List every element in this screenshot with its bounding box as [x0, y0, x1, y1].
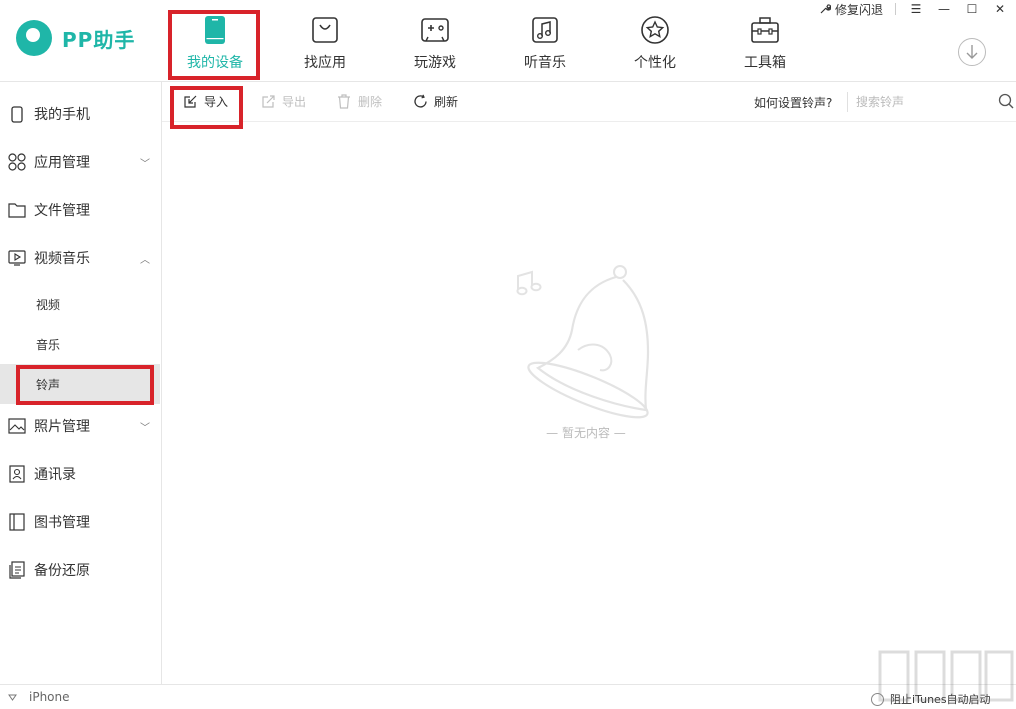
sidebar-subitem-label: 铃声: [36, 377, 61, 392]
window-controls: 修复闪退 ☰ — ☐ ✕: [819, 0, 1008, 18]
divider: [847, 92, 848, 112]
folder-icon: [8, 201, 26, 219]
phone-outline-icon: [8, 105, 26, 123]
nav-label: 找应用: [304, 55, 346, 71]
header: PP助手 我的设备 找应用 玩游戏 听音乐 个性化 工具箱 修复闪退 ☰ — ☐…: [0, 0, 1016, 82]
nav-games[interactable]: 玩游戏: [380, 0, 490, 82]
trash-icon: [336, 94, 352, 110]
nav-label: 我的设备: [187, 55, 243, 71]
star-icon: [639, 14, 671, 46]
music-note-icon: [529, 14, 561, 46]
contacts-icon: [8, 465, 26, 483]
sidebar-subitem-video[interactable]: 视频: [0, 284, 160, 324]
watermark-logo-icon: [878, 650, 1014, 702]
nav-toolbox[interactable]: 工具箱: [710, 0, 820, 82]
export-button[interactable]: 导出: [260, 93, 306, 110]
delete-button[interactable]: 删除: [336, 93, 382, 110]
sidebar-item-label: 文件管理: [34, 203, 90, 219]
toolbox-icon: [749, 14, 781, 46]
sidebar-item-label: 通讯录: [34, 467, 76, 483]
nav-personalize[interactable]: 个性化: [600, 0, 710, 82]
app-logo[interactable]: PP助手: [16, 20, 135, 56]
nav-label: 玩游戏: [414, 55, 456, 71]
nav-label: 工具箱: [744, 55, 786, 71]
gamepad-icon: [419, 14, 451, 46]
close-icon: ✕: [994, 2, 1006, 16]
backup-icon: [8, 561, 26, 579]
book-icon: [8, 513, 26, 531]
delete-label: 删除: [358, 95, 383, 109]
sidebar-item-label: 应用管理: [34, 155, 90, 171]
menu-icon: ☰: [910, 2, 922, 16]
import-label: 导入: [204, 95, 229, 109]
sidebar-item-label: 照片管理: [34, 419, 90, 435]
device-selector[interactable]: iPhone: [8, 690, 70, 704]
maximize-icon: ☐: [966, 2, 978, 16]
download-arrow-icon: [966, 45, 978, 59]
sidebar-item-label: 视频音乐: [34, 251, 90, 267]
wrench-icon: [820, 4, 831, 14]
sidebar-item-my-phone[interactable]: 我的手机: [0, 94, 160, 134]
sidebar-subitem-label: 音乐: [36, 337, 61, 352]
minimize-button[interactable]: —: [936, 1, 952, 17]
refresh-icon: [412, 94, 428, 110]
status-bar: iPhone 阻止iTunes自动启动: [0, 684, 1016, 709]
export-icon: [260, 94, 276, 110]
close-button[interactable]: ✕: [992, 1, 1008, 17]
photo-icon: [8, 417, 26, 435]
device-name: iPhone: [29, 690, 70, 704]
chevron-up-icon: ︿: [140, 255, 150, 266]
bag-icon: [309, 14, 341, 46]
export-label: 导出: [282, 95, 307, 109]
app-name: PP助手: [62, 27, 136, 52]
apps-grid-icon: [8, 153, 26, 171]
sidebar-subitem-label: 视频: [36, 297, 61, 312]
top-nav: 我的设备 找应用 玩游戏 听音乐 个性化 工具箱: [160, 0, 820, 82]
sidebar-item-app-management[interactable]: 应用管理 ﹀: [0, 142, 160, 182]
divider: [895, 3, 896, 15]
sidebar-item-book-management[interactable]: 图书管理: [0, 502, 160, 542]
pp-logo-icon: [16, 20, 52, 56]
bell-empty-icon: [516, 265, 650, 419]
import-button[interactable]: 导入: [182, 93, 228, 110]
repair-label: 修复闪退: [834, 2, 883, 17]
nav-label: 听音乐: [524, 55, 566, 71]
import-icon: [182, 94, 198, 110]
nav-find-apps[interactable]: 找应用: [270, 0, 380, 82]
repair-crash-button[interactable]: 修复闪退: [819, 1, 883, 18]
empty-state-text: — 暂无内容 —: [546, 426, 626, 440]
nav-music[interactable]: 听音乐: [490, 0, 600, 82]
refresh-button[interactable]: 刷新: [412, 93, 458, 110]
chevron-down-icon: ﹀: [140, 423, 150, 434]
chevron-down-icon: ﹀: [140, 159, 150, 170]
sidebar-item-label: 备份还原: [34, 563, 90, 579]
sidebar-item-photo-management[interactable]: 照片管理 ﹀: [0, 406, 160, 446]
nav-label: 个性化: [634, 55, 676, 71]
sidebar-item-backup-restore[interactable]: 备份还原: [0, 550, 160, 590]
search-input[interactable]: [856, 92, 990, 112]
maximize-button[interactable]: ☐: [964, 1, 980, 17]
search-icon[interactable]: [998, 93, 1016, 111]
phone-icon: [199, 14, 231, 46]
sidebar-subitem-ringtone[interactable]: 铃声: [0, 364, 160, 404]
sidebar-item-contacts[interactable]: 通讯录: [0, 454, 160, 494]
media-icon: [8, 249, 26, 267]
nav-my-device[interactable]: 我的设备: [160, 0, 270, 82]
sidebar-item-label: 我的手机: [34, 107, 90, 123]
sidebar-subitem-music[interactable]: 音乐: [0, 324, 160, 364]
refresh-label: 刷新: [434, 95, 459, 109]
how-to-set-ringtone-link[interactable]: 如何设置铃声?: [754, 94, 832, 111]
sidebar-item-label: 图书管理: [34, 515, 90, 531]
download-button[interactable]: [958, 38, 986, 66]
sidebar-item-video-music[interactable]: 视频音乐 ︿: [0, 238, 160, 278]
triangle-down-icon: [8, 694, 17, 701]
menu-button[interactable]: ☰: [908, 1, 924, 17]
sidebar-item-file-management[interactable]: 文件管理: [0, 190, 160, 230]
sidebar: 我的手机 应用管理 ﹀ 文件管理 视频音乐 ︿ 视频 音乐 铃声 照片管理 ﹀ …: [0, 82, 162, 684]
minimize-icon: —: [938, 2, 950, 16]
